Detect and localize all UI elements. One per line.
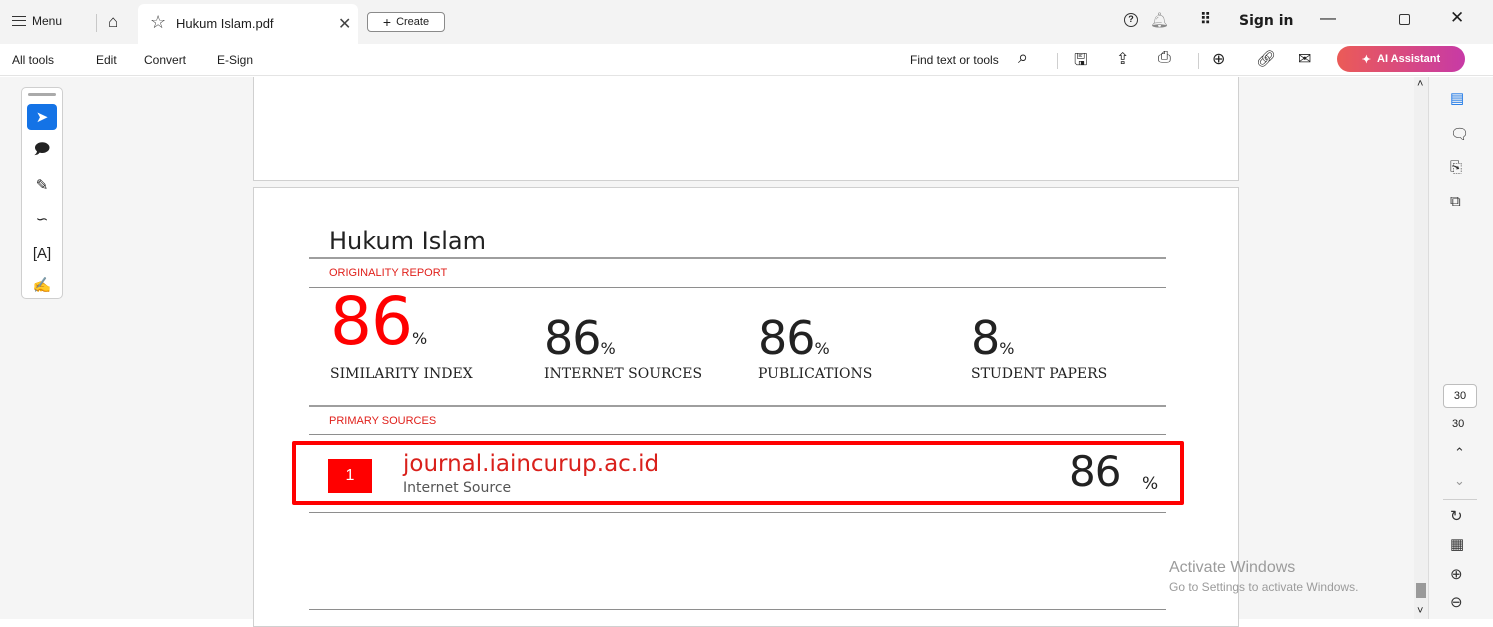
divider xyxy=(1057,53,1058,69)
menu-convert[interactable]: Convert xyxy=(144,53,186,67)
metric-value: 86 xyxy=(330,283,413,360)
scrollbar-thumb[interactable] xyxy=(1416,583,1426,598)
metric-caption: INTERNET SOURCES xyxy=(544,366,703,382)
metric-unit: % xyxy=(411,329,428,348)
divider xyxy=(309,512,1166,513)
minimize-icon[interactable]: — xyxy=(1320,10,1336,28)
close-window-icon[interactable]: ✕ xyxy=(1450,8,1464,28)
metric-caption: PUBLICATIONS xyxy=(758,366,873,382)
quick-tools-rail: ➤ 🗩︎ ✎ ∽ [A] ✍ xyxy=(21,87,63,299)
document-tab[interactable]: ☆ Hukum Islam.pdf ✕ xyxy=(138,4,358,44)
lasso-icon[interactable]: ∽ xyxy=(27,206,57,232)
metric-internet-sources: 86% INTERNET SOURCES xyxy=(544,315,702,382)
menu-label: Menu xyxy=(32,14,63,28)
divider xyxy=(1428,77,1429,619)
source-name: journal.iaincurup.ac.id xyxy=(403,451,660,477)
source-rank-badge: 1 xyxy=(328,459,372,493)
notification-bell-icon[interactable]: 🔔︎ xyxy=(1150,11,1169,29)
sign-in-button[interactable]: Sign in xyxy=(1239,13,1294,29)
search-icon[interactable]: ⌕ xyxy=(1018,47,1028,68)
metric-unit: % xyxy=(999,339,1015,358)
ai-sparkle-icon: ✦ xyxy=(1361,53,1372,66)
metric-value: 8 xyxy=(971,311,1000,365)
metric-unit: % xyxy=(600,339,616,358)
metric-value: 86 xyxy=(544,311,602,365)
divider xyxy=(1198,53,1199,69)
zoom-out-icon[interactable]: ⊖ xyxy=(1450,593,1463,611)
divider xyxy=(309,405,1166,407)
metric-publications: 86% PUBLICATIONS xyxy=(758,315,872,382)
create-button[interactable]: + Create xyxy=(367,12,445,32)
metric-similarity-index: 86% SIMILARITY INDEX xyxy=(330,289,473,383)
star-icon[interactable]: ☆ xyxy=(150,12,166,33)
ai-assistant-button[interactable]: ✦ AI Assistant xyxy=(1337,46,1465,72)
pen-icon[interactable]: ✎ xyxy=(27,172,57,198)
page-display-icon[interactable]: ▦ xyxy=(1450,535,1464,553)
menu-button[interactable]: Menu xyxy=(12,14,62,28)
find-text-label[interactable]: Find text or tools xyxy=(910,53,999,67)
source-type: Internet Source xyxy=(403,480,512,496)
scroll-down-icon[interactable]: ˅ xyxy=(1417,605,1423,617)
source-match-unit: % xyxy=(1142,474,1159,494)
divider xyxy=(1443,499,1477,500)
close-tab-icon[interactable]: ✕ xyxy=(338,14,351,34)
originality-report-label: ORIGINALITY REPORT xyxy=(329,267,448,279)
toolbar: All tools Edit Convert E-Sign Find text … xyxy=(0,44,1493,76)
menu-edit[interactable]: Edit xyxy=(96,53,117,67)
add-comment-icon[interactable]: 🗩︎ xyxy=(27,138,57,164)
page-total: 30 xyxy=(1452,418,1465,430)
divider xyxy=(309,257,1166,259)
maximize-icon[interactable] xyxy=(1399,14,1410,25)
menu-e-sign[interactable]: E-Sign xyxy=(217,53,253,67)
home-icon[interactable]: ⌂ xyxy=(108,12,118,32)
rotate-icon[interactable]: ↻ xyxy=(1450,507,1463,525)
metric-student-papers: 8% STUDENT PAPERS xyxy=(971,315,1107,382)
chevron-up-icon[interactable]: ⌃ xyxy=(1454,445,1465,461)
pages-icon[interactable]: ⧉ xyxy=(1450,193,1461,210)
create-label: Create xyxy=(396,16,430,28)
scroll-up-icon[interactable]: ˄ xyxy=(1417,78,1423,90)
print-icon[interactable]: ⎙ xyxy=(1158,49,1171,67)
zoom-in-icon[interactable]: ⊕ xyxy=(1450,565,1463,583)
metric-caption: SIMILARITY INDEX xyxy=(330,366,473,382)
primary-sources-label: PRIMARY SOURCES xyxy=(329,415,437,427)
chevron-down-icon[interactable]: ⌄ xyxy=(1454,473,1465,489)
help-icon[interactable]: ? xyxy=(1124,13,1138,27)
activate-windows-title: Activate Windows xyxy=(1169,559,1296,576)
tab-title: Hukum Islam.pdf xyxy=(176,16,274,31)
source-match-value: 86 xyxy=(1069,447,1121,496)
text-recognize-icon[interactable]: [A] xyxy=(27,240,57,266)
apps-grid-icon[interactable]: ⠿ xyxy=(1200,10,1211,28)
comments-icon[interactable]: 🗨︎ xyxy=(1450,125,1469,143)
share-user-icon[interactable]: ⊕ xyxy=(1212,49,1225,69)
email-icon[interactable]: ✉ xyxy=(1298,49,1311,69)
link-icon[interactable]: 🔗︎ xyxy=(1256,49,1276,69)
upload-cloud-icon[interactable]: ⇪ xyxy=(1116,49,1129,69)
metric-unit: % xyxy=(814,339,830,358)
divider xyxy=(96,14,97,32)
divider xyxy=(309,287,1166,288)
pdf-page-previous xyxy=(253,77,1239,181)
vertical-scrollbar[interactable] xyxy=(1414,77,1428,619)
metric-caption: STUDENT PAPERS xyxy=(971,366,1108,382)
save-icon[interactable]: 🖫︎ xyxy=(1074,49,1088,76)
rail-drag-handle[interactable] xyxy=(28,93,56,96)
divider xyxy=(309,609,1166,610)
page-number-input[interactable]: 30 xyxy=(1443,384,1477,408)
sign-icon[interactable]: ✍ xyxy=(27,272,57,298)
edit-pdf-icon[interactable]: ▤ xyxy=(1450,89,1464,107)
ai-assistant-label: AI Assistant xyxy=(1377,53,1441,65)
hamburger-icon xyxy=(12,16,26,26)
menu-all-tools[interactable]: All tools xyxy=(12,53,54,67)
divider xyxy=(309,434,1166,435)
report-title: Hukum Islam xyxy=(329,227,486,255)
activate-windows-subtitle: Go to Settings to activate Windows. xyxy=(1169,580,1359,594)
plus-icon: + xyxy=(382,14,392,30)
title-bar: Menu ⌂ ☆ Hukum Islam.pdf ✕ + Create ? 🔔︎… xyxy=(0,0,1493,44)
document-viewer[interactable]: ➤ 🗩︎ ✎ ∽ [A] ✍ Hukum Islam ORIGINALITY R… xyxy=(0,77,1493,627)
bookmarks-icon[interactable]: ⎘ xyxy=(1450,159,1462,176)
select-icon[interactable]: ➤ xyxy=(27,104,57,130)
metric-value: 86 xyxy=(758,311,816,365)
